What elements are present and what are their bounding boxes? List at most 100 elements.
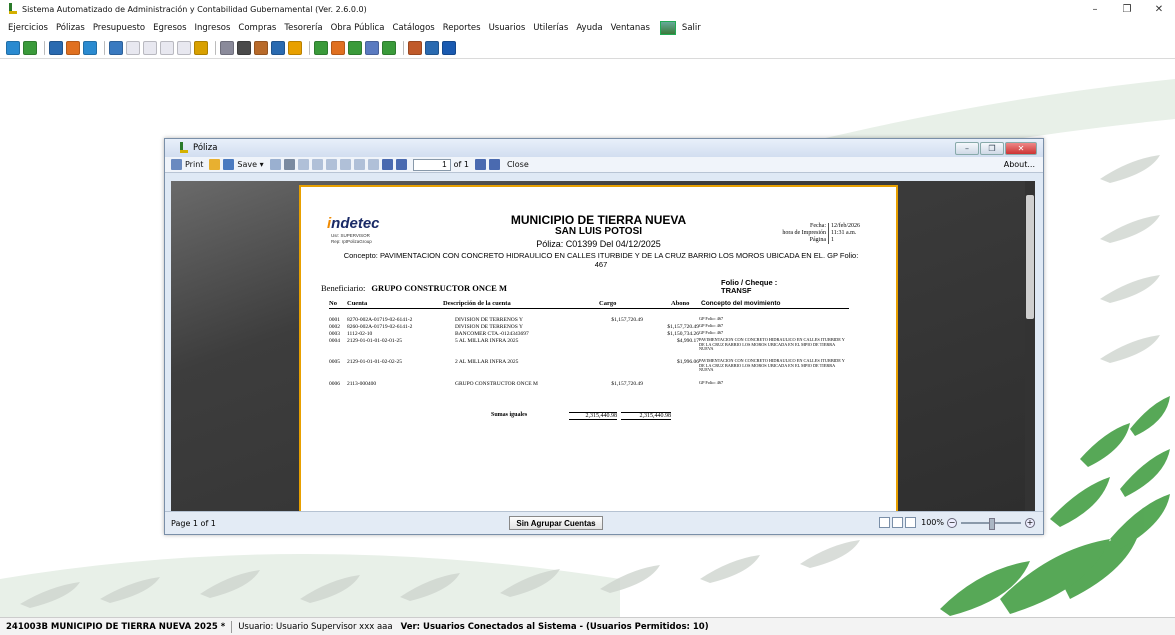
poliza-close-button[interactable]: ✕: [1005, 142, 1037, 155]
menu-utilerias[interactable]: Utilerías: [529, 23, 572, 33]
next-page-icon[interactable]: [474, 159, 486, 170]
zoom-in-icon[interactable]: +: [1025, 517, 1035, 528]
usuarios-conectados-link[interactable]: Ver: Usuarios Conectados al Sistema - (U…: [401, 622, 709, 632]
menu-usuarios[interactable]: Usuarios: [485, 23, 530, 33]
toolbar-button-20-icon[interactable]: [365, 41, 379, 55]
zoom-level: 100%: [921, 518, 944, 527]
cell-concepto: GP Folio: 467: [699, 316, 724, 321]
toolbar-button-24-icon[interactable]: [442, 41, 456, 55]
save-icon: [223, 159, 235, 170]
toolbar-button-2-icon[interactable]: [23, 41, 37, 55]
menu-presupuesto[interactable]: Presupuesto: [89, 23, 149, 33]
table-row: 0005 2129-01-01-01-02-02-25 2 AL MILLAR IN…: [329, 358, 889, 372]
view-double-icon[interactable]: [892, 517, 904, 528]
menu-ayuda[interactable]: Ayuda: [572, 23, 606, 33]
cell-no: 0006: [329, 381, 340, 387]
save-button[interactable]: Save ▾: [223, 159, 264, 170]
view-single-icon[interactable]: [879, 517, 891, 528]
cell-concepto: GP Folio: 467: [699, 330, 724, 335]
toolbar-button-8-icon[interactable]: [143, 41, 157, 55]
toolbar-button-22-icon[interactable]: [408, 41, 422, 55]
toolbar-button-6-icon[interactable]: [109, 41, 123, 55]
report-statusbar: Page 1 of 1 Sin Agrupar Cuentas 100% − +: [165, 511, 1043, 534]
poliza-minimize-button[interactable]: –: [955, 142, 979, 155]
toolbar-button-23-icon[interactable]: [425, 41, 439, 55]
cell-desc: 5 AL MILLAR INFRA 2025: [455, 338, 519, 344]
find-icon[interactable]: [283, 159, 295, 170]
toolbar-separator: [44, 41, 45, 55]
close-button[interactable]: ✕: [1143, 0, 1175, 18]
about-button[interactable]: About...: [1004, 160, 1035, 169]
page-indicator: Page 1 of 1: [171, 518, 216, 528]
header-footer-icon[interactable]: [367, 159, 379, 170]
exit-icon[interactable]: [659, 21, 676, 35]
main-statusbar: 241003B MUNICIPIO DE TIERRA NUEVA 2025 *…: [0, 617, 1175, 635]
menu-ejercicios[interactable]: Ejercicios: [4, 23, 52, 33]
toolbar-button-17-icon[interactable]: [314, 41, 328, 55]
cell-abono: $4,990.17: [677, 338, 699, 344]
cell-no: 0005: [329, 359, 340, 365]
table-row: 0006 2113-000400 GRUPO CONSTRUCTOR ONCE M $…: [329, 380, 889, 388]
menu-obra-publica[interactable]: Obra Pública: [327, 23, 389, 33]
toolbar-button-12-icon[interactable]: [220, 41, 234, 55]
scale-icon[interactable]: [339, 159, 351, 170]
menu-bar: Ejercicios Pólizas Presupuesto Egresos I…: [0, 18, 1175, 38]
print-button[interactable]: Print: [171, 159, 203, 170]
table-row: 0002 8260-002A-01719-02-6141-2 DIVISION DE…: [329, 323, 889, 331]
toolbar-button-4-icon[interactable]: [66, 41, 80, 55]
email-icon[interactable]: [269, 159, 281, 170]
sin-agrupar-button[interactable]: Sin Agrupar Cuentas: [509, 516, 603, 530]
toolbar-button-9-icon[interactable]: [160, 41, 174, 55]
prev-page-icon[interactable]: [395, 159, 407, 170]
menu-polizas[interactable]: Pólizas: [52, 23, 89, 33]
poliza-restore-button[interactable]: ❐: [980, 142, 1004, 155]
toolbar-button-11-icon[interactable]: [194, 41, 208, 55]
toolbar-button-13-icon[interactable]: [237, 41, 251, 55]
report-page: indetec Usr: SUPERVISOR Rep: rptPolizaGr…: [299, 185, 898, 513]
toolbar-button-7-icon[interactable]: [126, 41, 140, 55]
menu-salir[interactable]: Salir: [678, 23, 705, 33]
cell-concepto: PAVIMENTACION CON CONCRETO HIDRAULICO EN…: [699, 337, 845, 352]
viewer-scrollbar[interactable]: [1025, 181, 1035, 513]
multi-page-icon[interactable]: [325, 159, 337, 170]
menu-catalogos[interactable]: Catálogos: [388, 23, 438, 33]
close-report-button[interactable]: Close: [507, 160, 529, 169]
view-multi-icon[interactable]: [905, 517, 917, 528]
page-setup-icon[interactable]: [297, 159, 309, 170]
report-viewer[interactable]: indetec Usr: SUPERVISOR Rep: rptPolizaGr…: [171, 181, 1035, 513]
main-toolbar: [0, 38, 1175, 58]
toolbar-button-1-icon[interactable]: [6, 41, 20, 55]
toolbar-button-14-icon[interactable]: [254, 41, 268, 55]
toolbar-button-5-icon[interactable]: [83, 41, 97, 55]
menu-egresos[interactable]: Egresos: [149, 23, 190, 33]
open-icon[interactable]: [209, 159, 221, 170]
toolbar-button-16-icon[interactable]: [288, 41, 302, 55]
toolbar-button-10-icon[interactable]: [177, 41, 191, 55]
cell-desc: 2 AL MILLAR INFRA 2025: [455, 359, 519, 365]
cell-concepto: PAVIMENTACION CON CONCRETO HIDRAULICO EN…: [699, 358, 845, 373]
cell-concepto: GP Folio: 467: [699, 323, 724, 328]
single-page-icon[interactable]: [311, 159, 323, 170]
minimize-button[interactable]: –: [1079, 0, 1111, 18]
page-count: of 1: [453, 160, 469, 169]
last-page-icon[interactable]: [488, 159, 500, 170]
menu-ventanas[interactable]: Ventanas: [607, 23, 654, 33]
menu-tesoreria[interactable]: Tesorería: [280, 23, 326, 33]
menu-reportes[interactable]: Reportes: [439, 23, 485, 33]
print-label: Print: [185, 160, 204, 169]
restore-button[interactable]: ❐: [1111, 0, 1143, 18]
watermark-icon[interactable]: [353, 159, 365, 170]
toolbar-button-18-icon[interactable]: [331, 41, 345, 55]
menu-ingresos[interactable]: Ingresos: [191, 23, 235, 33]
first-page-icon[interactable]: [381, 159, 393, 170]
zoom-out-icon[interactable]: −: [947, 517, 957, 528]
toolbar-button-19-icon[interactable]: [348, 41, 362, 55]
zoom-slider[interactable]: [961, 517, 1021, 530]
toolbar-button-15-icon[interactable]: [271, 41, 285, 55]
menu-compras[interactable]: Compras: [234, 23, 280, 33]
toolbar-button-21-icon[interactable]: [382, 41, 396, 55]
poliza-concepto: Concepto: PAVIMENTACION CON CONCRETO HID…: [343, 251, 859, 269]
cell-no: 0003: [329, 331, 340, 337]
page-number-input[interactable]: [412, 158, 451, 171]
toolbar-button-3-icon[interactable]: [49, 41, 63, 55]
